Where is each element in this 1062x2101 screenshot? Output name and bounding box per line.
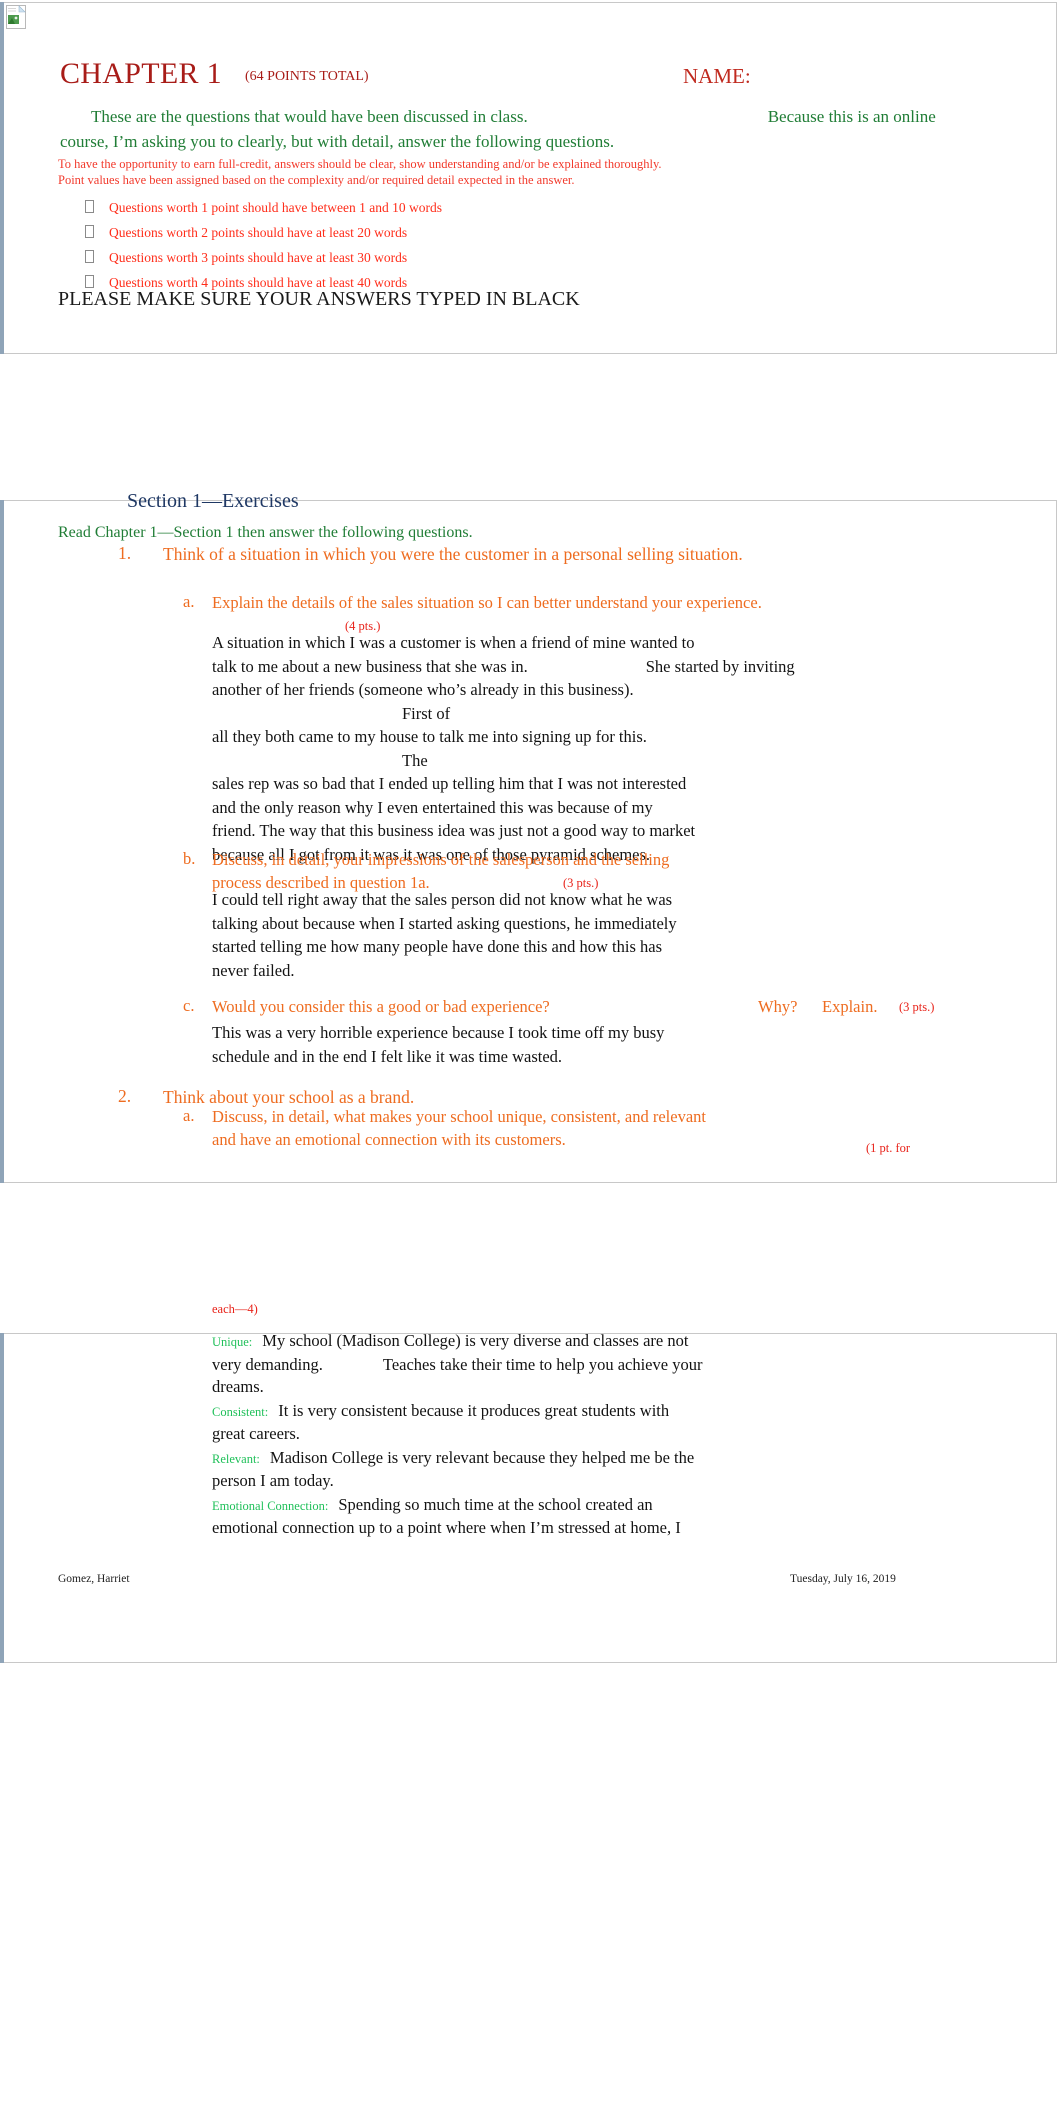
consistent-label: Consistent: [212, 1404, 269, 1419]
unique-label: Unique: [212, 1335, 253, 1349]
answer-line: friend. The way that this business idea … [212, 821, 696, 840]
rule-text: Questions worth 1 point should have betw… [109, 200, 442, 215]
answer-line: A situation in which I was a customer is… [212, 633, 695, 652]
relevant-label: Relevant: [212, 1451, 260, 1466]
question-1a-letter: a. [183, 592, 195, 611]
answer-line: never failed. [212, 960, 295, 980]
intro-sentence-3: course, I’m asking you to clearly, but w… [60, 132, 615, 151]
answer-line: person I am today. [212, 1471, 334, 1490]
answer-line: She started by inviting [645, 656, 795, 676]
question-2a-points-part1: (1 pt. for [866, 1141, 911, 1155]
intro-sentence-2: Because this is an online [767, 107, 936, 126]
broken-image-icon [6, 5, 26, 29]
answer-line: great careers. [212, 1424, 300, 1443]
labeled-answer-unique: Unique: My school (Madison College) is ve… [212, 1330, 812, 1399]
question-1c-prompt-text: Would you consider this a good or bad ex… [212, 997, 550, 1016]
answer-line: It is very consistent because it produce… [278, 1400, 670, 1420]
list-item: Questions worth 2 points should have at … [85, 220, 545, 245]
question-1a-prompt: Explain the details of the sales situati… [212, 592, 767, 615]
typed-in-black-notice: PLEASE MAKE SURE YOUR ANSWERS TYPED IN B… [58, 288, 580, 310]
question-2a-prompt: Discuss, in detail, what makes your scho… [212, 1106, 712, 1151]
answer-line: The [402, 750, 428, 770]
answer-line: My school (Madison College) is very dive… [262, 1331, 689, 1350]
answer-1a: A situation in which I was a customer is… [212, 631, 802, 866]
question-1-number: 1. [118, 543, 132, 563]
page-edge-marker-1 [0, 2, 4, 354]
question-1c-letter: c. [183, 996, 195, 1015]
answer-line: This was a very horrible experience beca… [212, 1023, 665, 1042]
page-edge-marker-2 [0, 500, 4, 1183]
question-2-number: 2. [118, 1086, 132, 1106]
footer-author: Gomez, Harriet [58, 1573, 130, 1585]
question-1c-why: Why? [758, 997, 798, 1016]
answer-line: talking about because when I started ask… [212, 913, 677, 933]
question-1b-letter: b. [183, 849, 196, 868]
list-item: Questions worth 3 points should have at … [85, 245, 545, 270]
wingding-bullet-icon [85, 196, 109, 221]
answer-line: and the only reason why I even entertain… [212, 797, 653, 817]
answer-line: I could tell right away that the sales p… [212, 890, 673, 909]
answer-1b: I could tell right away that the sales p… [212, 888, 772, 982]
answer-line: started telling me how many people have … [212, 937, 662, 956]
answer-line: Teaches take their time to help you achi… [382, 1354, 703, 1374]
rule-text: Questions worth 3 points should have at … [109, 250, 408, 265]
answer-line: talk to me about a new business that she… [212, 656, 528, 676]
section-instruction: Read Chapter 1—Section 1 then answer the… [58, 524, 473, 541]
emotional-connection-label: Emotional Connection: [212, 1498, 329, 1513]
answer-line: dreams. [212, 1377, 264, 1396]
question-2a-letter: a. [183, 1106, 195, 1125]
question-1a-prompt-text: Explain the details of the sales situati… [212, 593, 762, 612]
section-heading: Section 1—Exercises [127, 490, 299, 512]
list-item: Questions worth 1 point should have betw… [85, 195, 545, 220]
question-2a-points-part2: each—4) [212, 1302, 258, 1316]
answer-line: another of her friends (someone who’s al… [212, 680, 634, 699]
full-credit-note: To have the opportunity to earn full-cre… [58, 157, 662, 187]
labeled-answer-relevant: Relevant: Madison College is very relevan… [212, 1447, 812, 1493]
labeled-answer-consistent: Consistent: It is very consistent because… [212, 1400, 812, 1446]
question-1b-prompt-text: Discuss, in detail, your impressions of … [212, 850, 670, 892]
answer-line: very demanding. [212, 1354, 323, 1374]
answer-1c: This was a very horrible experience beca… [212, 1021, 772, 1068]
name-field-label: NAME: [683, 64, 751, 88]
answer-line: sales rep was so bad that I ended up tel… [212, 774, 687, 793]
wingding-bullet-icon [85, 246, 109, 271]
question-1c-points: (3 pts.) [899, 1000, 935, 1014]
chapter-points-total: (64 POINTS TOTAL) [245, 69, 369, 84]
question-1-prompt: Think of a situation in which you were t… [163, 544, 743, 564]
question-1c-explain: Explain. [822, 997, 878, 1016]
answer-line: all they both came to my house to talk m… [212, 727, 647, 746]
intro-paragraph: These are the questions that would have … [60, 104, 1000, 154]
answer-line: schedule and in the end I felt like it w… [212, 1046, 563, 1066]
labeled-answer-emotional-connection: Emotional Connection: Spending so much ti… [212, 1494, 812, 1540]
question-2a-prompt-text: Discuss, in detail, what makes your scho… [212, 1107, 706, 1149]
word-count-rules-list: Questions worth 1 point should have betw… [85, 195, 545, 295]
answer-line: Madison College is very relevant because… [269, 1447, 695, 1467]
answer-line: First of [402, 703, 451, 723]
document-canvas: CHAPTER 1 (64 POINTS TOTAL) NAME: These … [0, 0, 1062, 2101]
answer-line: Spending so much time at the school crea… [338, 1494, 653, 1514]
rule-text: Questions worth 2 points should have at … [109, 225, 408, 240]
page-title: CHAPTER 1 [60, 57, 222, 90]
page-edge-marker-3 [0, 1333, 4, 1663]
answer-2a-labeled-block: Unique: My school (Madison College) is ve… [212, 1330, 812, 1541]
wingding-bullet-icon [85, 221, 109, 246]
answer-line: emotional connection up to a point where… [212, 1518, 681, 1537]
footer-date: Tuesday, July 16, 2019 [790, 1573, 896, 1585]
intro-sentence-1: These are the questions that would have … [91, 107, 528, 126]
